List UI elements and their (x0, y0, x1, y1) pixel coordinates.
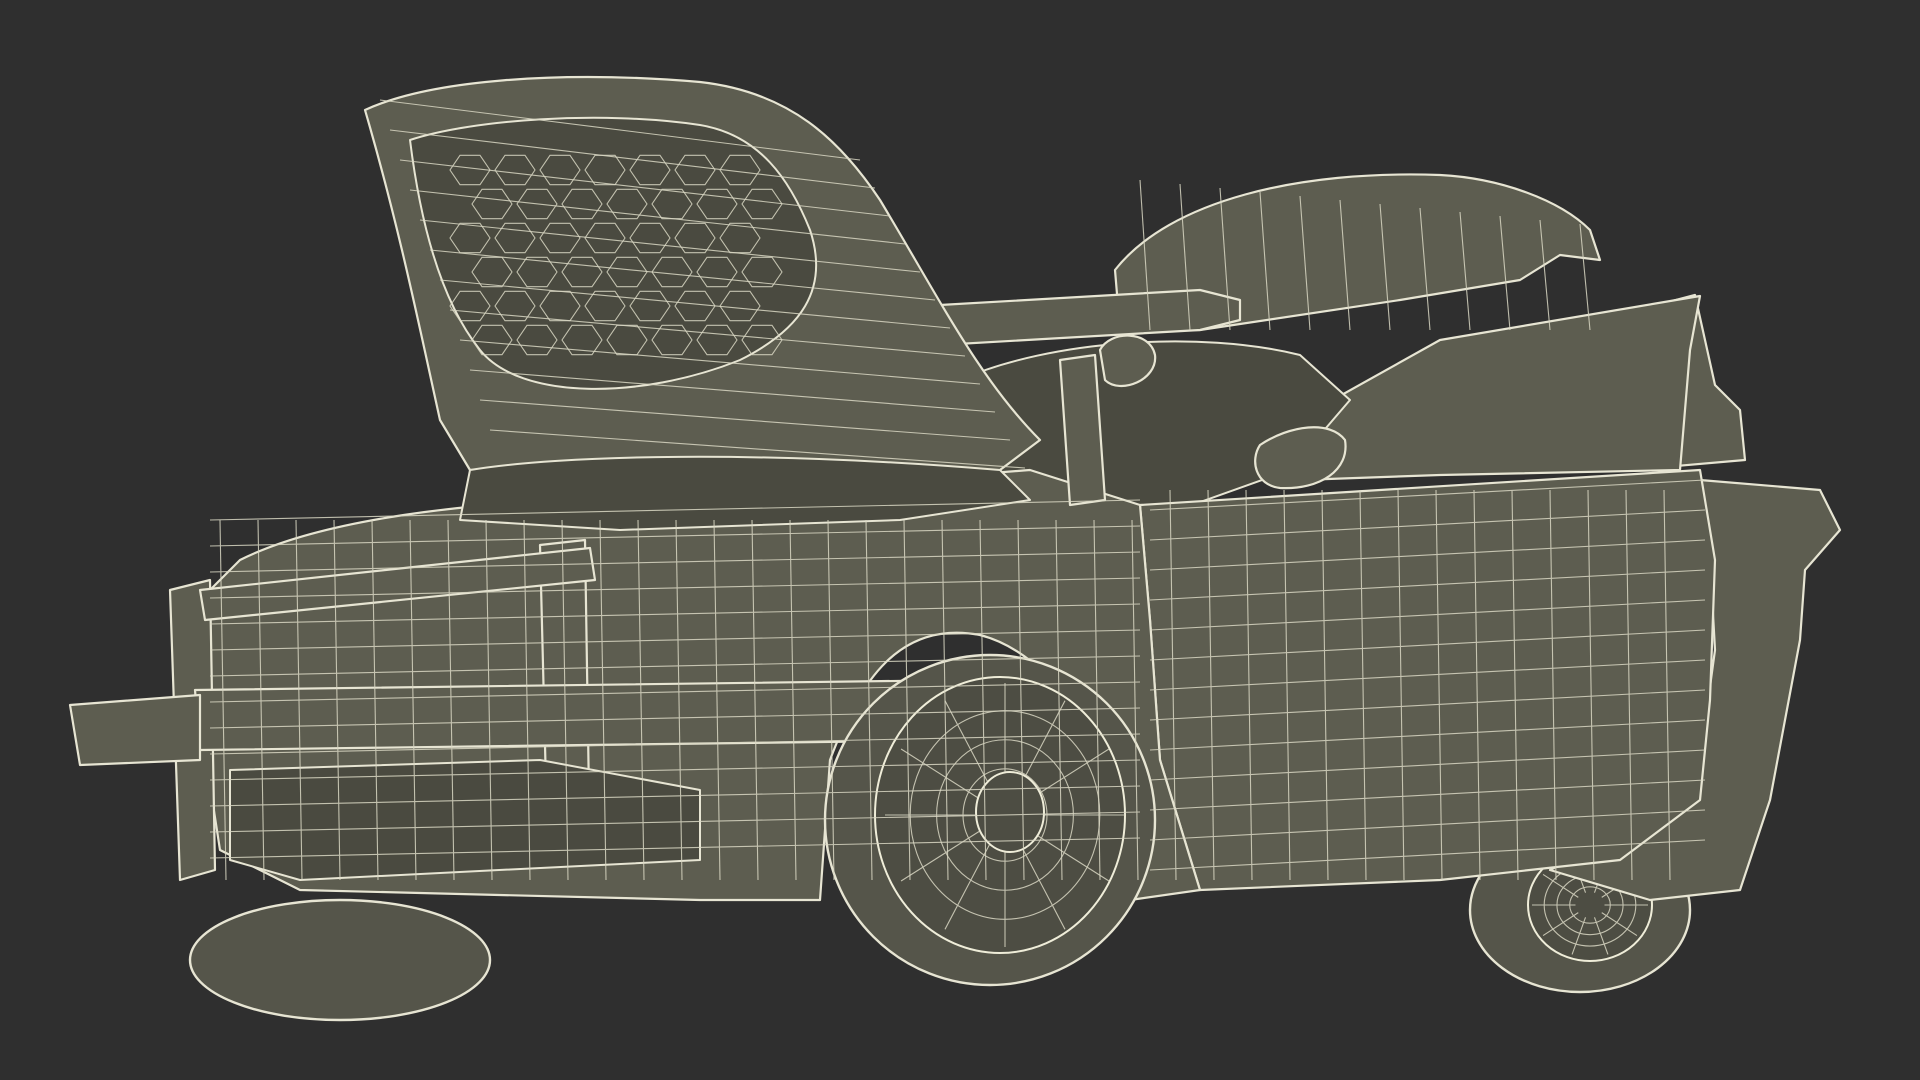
front-right-wheel (823, 653, 1157, 987)
car-wireframe-icon (68, 75, 1842, 1022)
light-bar (928, 288, 1242, 347)
front-left-wheel (188, 898, 492, 1022)
render-viewport (0, 0, 1920, 1080)
